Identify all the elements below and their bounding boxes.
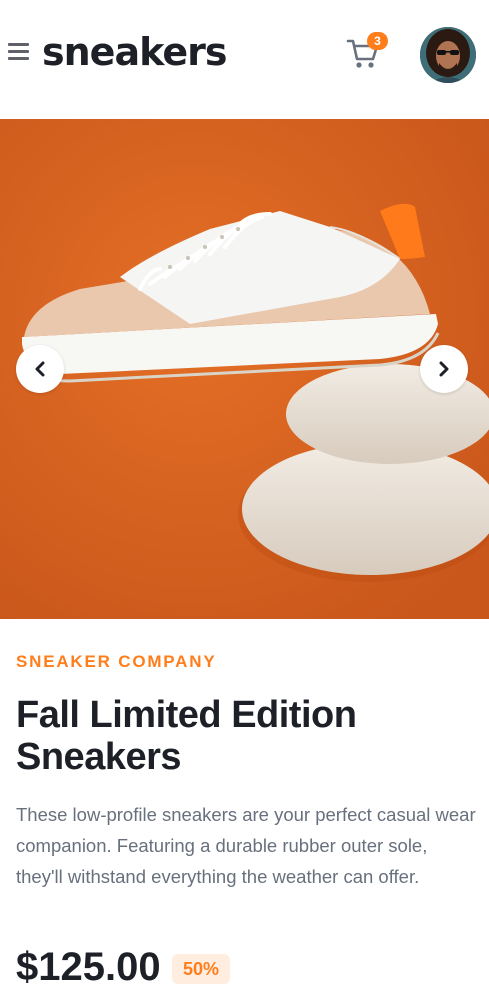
product-description: These low-profile sneakers are your perf… <box>16 804 476 887</box>
avatar[interactable] <box>420 27 476 83</box>
logo[interactable]: sneakers <box>42 26 227 78</box>
menu-icon[interactable] <box>8 42 29 62</box>
product-title: Fall Limited Edition Sneakers <box>16 694 357 778</box>
discount-badge: 50% <box>172 954 230 984</box>
chevron-left-icon <box>35 361 45 377</box>
header: sneakers 3 <box>0 0 489 119</box>
chevron-right-icon <box>439 361 449 377</box>
current-price: $125.00 <box>16 945 161 989</box>
previous-image-button[interactable] <box>16 345 64 393</box>
company-label: SNEAKER COMPANY <box>16 652 217 671</box>
product-image <box>0 119 489 619</box>
cart-count-badge: 3 <box>367 32 388 50</box>
next-image-button[interactable] <box>420 345 468 393</box>
